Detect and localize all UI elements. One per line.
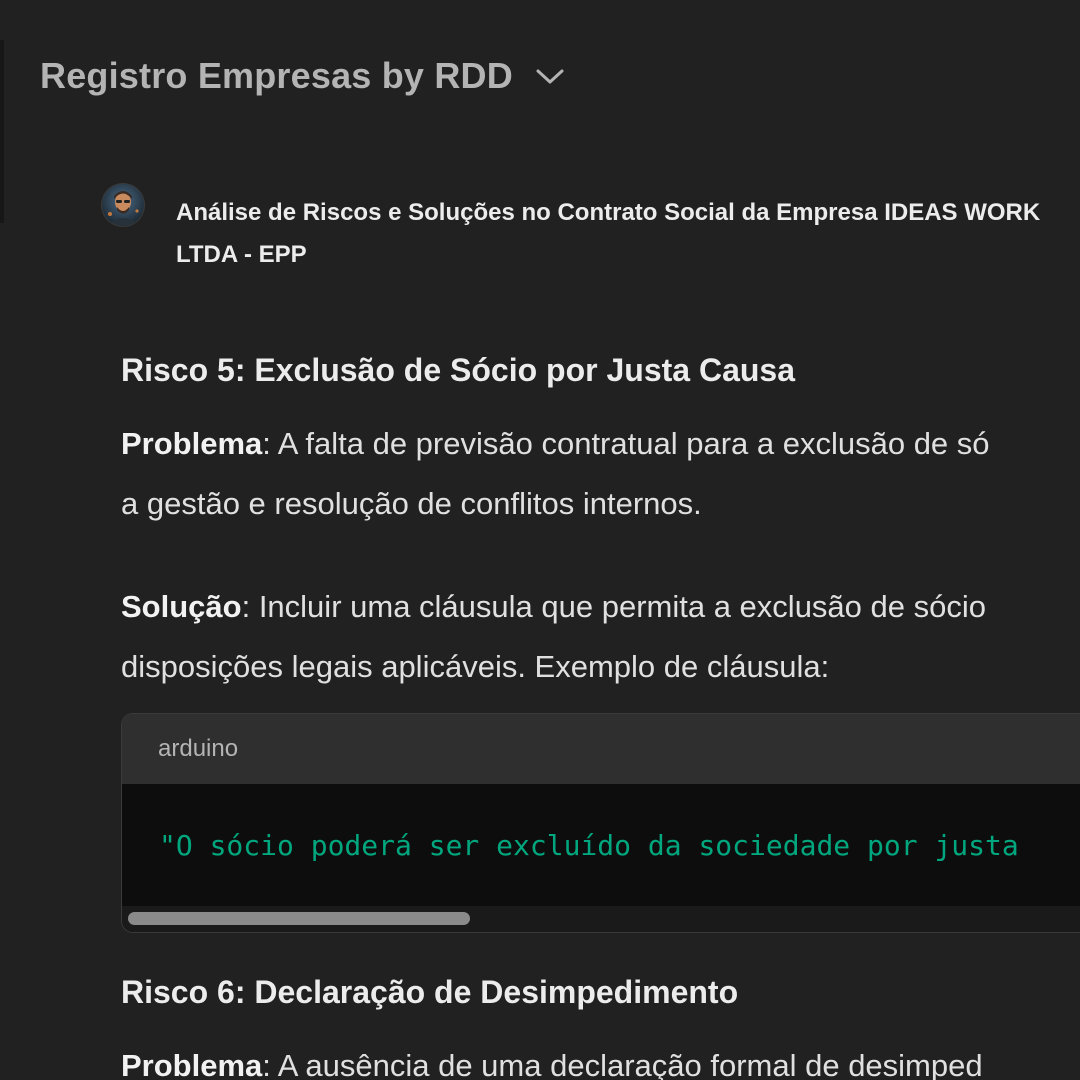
- conversation-title: Análise de Riscos e Soluções no Contrato…: [176, 192, 1080, 276]
- avatar-portrait-icon: [102, 184, 144, 226]
- risk5-prefix: Risco 5:: [121, 352, 255, 388]
- risk5-problem-label: Problema: [121, 426, 263, 461]
- code-text: "O sócio poderá ser excluído da sociedad…: [159, 828, 1019, 862]
- avatar[interactable]: [102, 184, 144, 226]
- code-block: arduino "O sócio poderá ser excluído da …: [121, 713, 1080, 933]
- code-block-header: arduino: [122, 714, 1080, 784]
- risk5-solution-text: : Incluir uma cláusula que permita a exc…: [241, 589, 986, 624]
- risk5-heading: Risco 5: Exclusão de Sócio por Justa Cau…: [121, 340, 795, 400]
- risk5-problem-line1: Problema: A falta de previsão contratual…: [121, 414, 990, 474]
- risk5-solution-line2: disposições legais aplicáveis. Exemplo d…: [121, 637, 829, 697]
- conversation-title-line2: LTDA - EPP: [176, 241, 307, 268]
- risk5-problem-text: : A falta de previsão contratual para a …: [262, 426, 990, 461]
- risk6-problem-label: Problema: [121, 1048, 263, 1080]
- risk5-problem-text2: a gestão e resolução de conflitos intern…: [121, 486, 702, 521]
- code-horizontal-scrollbar[interactable]: [122, 906, 1080, 932]
- risk5-solution-label: Solução: [121, 589, 242, 624]
- sidebar-edge: [0, 40, 4, 223]
- risk5-solution-text2: disposições legais aplicáveis. Exemplo d…: [121, 649, 830, 684]
- model-selector-label: Registro Empresas by RDD: [40, 55, 513, 96]
- risk6-title: Declaração de Desimpedimento: [254, 974, 739, 1010]
- scrollbar-thumb[interactable]: [128, 912, 470, 925]
- risk6-prefix: Risco 6:: [121, 974, 255, 1010]
- code-language-label: arduino: [158, 735, 239, 762]
- risk6-heading: Risco 6: Declaração de Desimpedimento: [121, 962, 738, 1022]
- risk5-solution-line1: Solução: Incluir uma cláusula que permit…: [121, 577, 986, 637]
- risk5-title: Exclusão de Sócio por Justa Causa: [254, 352, 795, 388]
- model-selector[interactable]: Registro Empresas by RDD: [40, 52, 565, 100]
- risk6-problem-text: : A ausência de uma declaração formal de…: [262, 1048, 983, 1080]
- conversation-title-line1: Análise de Riscos e Soluções no Contrato…: [176, 199, 1041, 226]
- risk5-problem-line2: a gestão e resolução de conflitos intern…: [121, 474, 702, 534]
- risk6-problem-line1: Problema: A ausência de uma declaração f…: [121, 1036, 983, 1080]
- chevron-down-icon: [535, 66, 565, 86]
- code-body[interactable]: "O sócio poderá ser excluído da sociedad…: [122, 784, 1080, 906]
